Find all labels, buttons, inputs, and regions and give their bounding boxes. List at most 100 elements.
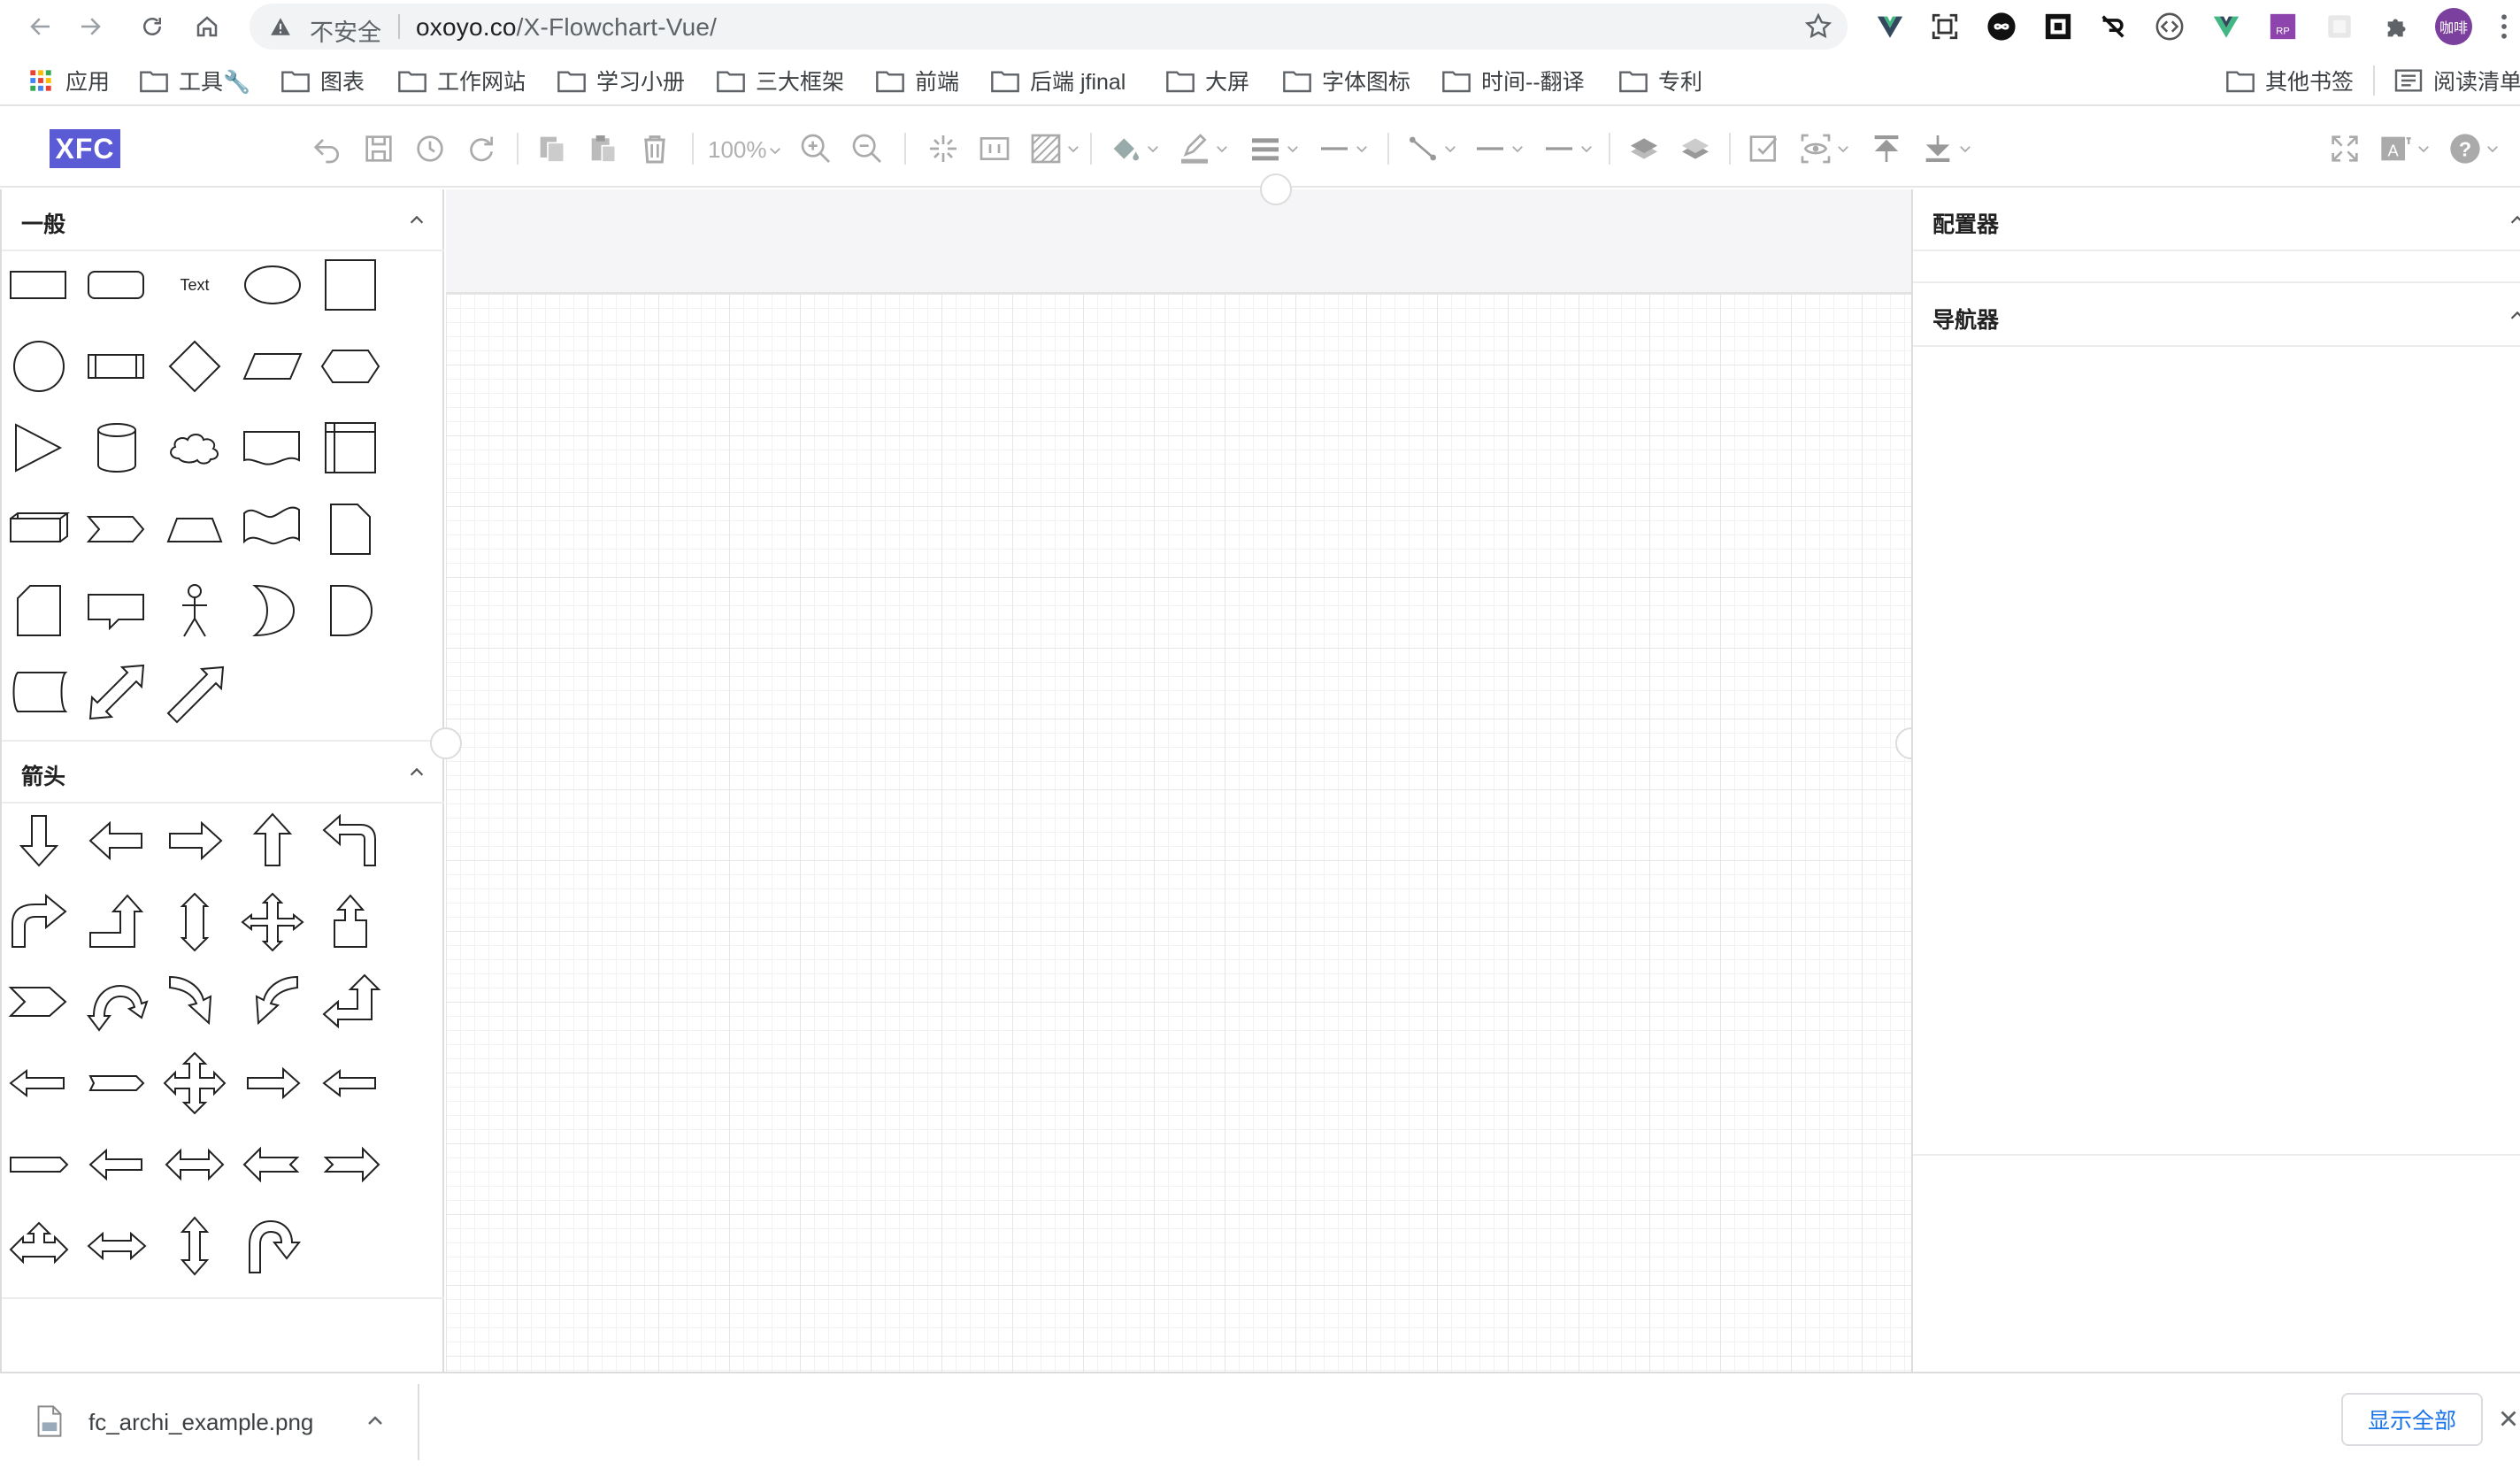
zoom-level-select[interactable]: 100% [708,136,783,164]
shape-data-storage[interactable] [2,655,76,729]
drawing-canvas[interactable] [446,292,1911,1372]
left-panel-collapse-handle[interactable] [430,727,462,759]
vue-icon[interactable] [2209,9,2244,44]
shape-arrow-up-down[interactable] [158,1209,232,1283]
fullscreen-button[interactable] [2327,129,2362,168]
zoom-out-button[interactable] [849,129,885,168]
end-arrow-button[interactable] [1541,129,1594,168]
shape-or[interactable] [235,573,310,648]
code-icon[interactable] [2152,9,2187,44]
bookmark-star-icon[interactable] [1803,12,1833,42]
line-style-button[interactable] [1317,129,1370,168]
shape-circle[interactable] [2,329,76,404]
shape-arrow-left[interactable] [80,804,154,878]
shape-and[interactable] [313,573,388,648]
screenshot-icon[interactable] [1927,9,1963,44]
shape-arrow-pentagon-flat[interactable] [2,1127,76,1202]
shape-arrow-swallow-right[interactable] [313,1127,388,1202]
puzzle-icon[interactable] [2380,9,2416,44]
shape-arrow-step-up-left[interactable] [313,965,388,1039]
crossed-icon[interactable] [2095,9,2131,44]
shape-arrow-four-way[interactable] [235,885,310,959]
shape-arrow-u-turn[interactable] [235,1209,310,1283]
to-front-button[interactable] [1626,129,1662,168]
bookmark-folder[interactable]: 三大框架 [717,64,844,97]
shape-arrow-right[interactable] [158,804,232,878]
shape-text[interactable]: Text [158,248,232,322]
shape-arrow-pentagon[interactable] [80,1046,154,1120]
shape-double-arrow[interactable] [80,655,154,729]
shape-arrow-swallow-left[interactable] [235,1127,310,1202]
shape-arrow-left-block[interactable] [80,1127,154,1202]
axure-rp-icon[interactable]: RP [2265,9,2301,44]
bookmark-folder[interactable]: 前端 [876,64,959,97]
shape-arrow-curved-down[interactable] [80,965,154,1039]
shape-arrow-left-right[interactable] [158,1127,232,1202]
background-button[interactable] [1028,129,1081,168]
upload-button[interactable] [1869,129,1904,168]
zoom-in-button[interactable] [798,129,834,168]
actual-size-button[interactable] [977,129,1012,168]
canvas-area[interactable] [446,189,1911,1372]
redo-button[interactable] [464,129,499,168]
address-bar[interactable]: 不安全 oxoyo.co/X-Flowchart-Vue/ [250,4,1848,50]
shape-card[interactable] [2,573,76,648]
shape-arrow-step-up[interactable] [80,885,154,959]
avatar[interactable]: 咖啡 [2435,8,2472,45]
bookmark-apps[interactable]: 应用 [27,64,110,97]
shape-tape[interactable] [235,492,310,566]
shape-callout[interactable] [80,573,154,648]
bookmark-folder[interactable]: 图表 [281,64,365,97]
toolbar-collapse-handle[interactable] [1260,173,1292,205]
shape-square[interactable] [313,248,388,322]
show-all-downloads-button[interactable]: 显示全部 [2341,1393,2483,1446]
vue-devtools-icon[interactable] [1872,9,1908,44]
shape-arrow-curve-down-right[interactable] [158,965,232,1039]
close-icon[interactable] [2497,1405,2520,1432]
download-item[interactable]: fc_archi_example.png [0,1384,419,1460]
shape-arrow-left-small[interactable] [313,1046,388,1120]
navigator-minimap[interactable] [1913,349,2520,1156]
shape-trapezoid[interactable] [158,492,232,566]
home-button[interactable] [189,9,225,44]
paste-button[interactable] [586,129,621,168]
line-width-button[interactable] [1248,129,1301,168]
shape-cube[interactable] [2,492,76,566]
forward-button[interactable] [73,9,108,44]
navigator-header[interactable]: 导航器 [1913,285,2520,347]
bookmark-folder[interactable]: 工作网站 [398,64,526,97]
shape-process[interactable] [80,329,154,404]
shape-arrow-left-flat[interactable] [2,1046,76,1120]
section-arrows-header[interactable]: 箭头 [2,742,444,804]
fit-button[interactable] [926,129,961,168]
connector-button[interactable] [1405,129,1458,168]
shape-cylinder[interactable] [80,411,154,485]
bookmark-folder[interactable]: 大屏 [1166,64,1249,97]
shape-document[interactable] [235,411,310,485]
shape-arrow-cross-four[interactable] [158,1046,232,1120]
shape-arrow-down[interactable] [2,804,76,878]
undo-button[interactable] [310,129,345,168]
shape-arrow-u-turn-left[interactable] [313,804,388,878]
reload-button[interactable] [134,9,170,44]
fill-color-button[interactable] [1108,129,1161,168]
bookmark-folder[interactable]: 专利 [1619,64,1702,97]
configurator-header[interactable]: 配置器 [1913,189,2520,251]
shape-note[interactable] [313,492,388,566]
shape-actor[interactable] [158,573,232,648]
save-button[interactable] [361,129,396,168]
shape-triangle[interactable] [2,411,76,485]
copy-button[interactable] [534,129,570,168]
shape-arrow-up-left-right[interactable] [2,1209,76,1283]
shape-step[interactable] [80,492,154,566]
back-button[interactable] [23,9,58,44]
chevron-up-icon[interactable] [365,1411,386,1432]
history-button[interactable] [412,129,448,168]
shape-rounded-rectangle[interactable] [80,248,154,322]
infinity-icon[interactable] [1984,9,2019,44]
shape-hexagon[interactable] [313,329,388,404]
select-all-button[interactable] [1747,129,1782,168]
bookmark-folder[interactable]: 后端 jfinal [991,64,1126,97]
shape-ellipse[interactable] [235,248,310,322]
preview-button[interactable] [1798,129,1851,168]
